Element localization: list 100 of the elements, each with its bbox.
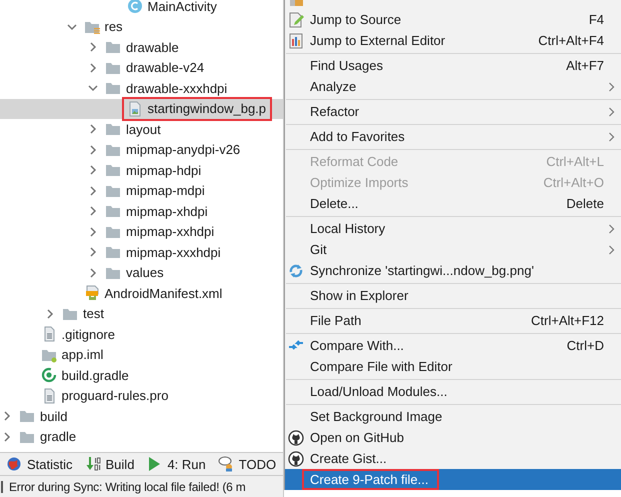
file-name: mipmap-hdpi: [126, 162, 202, 178]
tree-item[interactable]: values: [0, 262, 283, 283]
image-file-icon: [126, 100, 142, 117]
chevron-right-icon[interactable]: [88, 186, 98, 196]
file-name: mipmap-xhdpi: [126, 204, 208, 219]
file-name: startingwindow_bg.p: [148, 101, 266, 116]
document-icon: [288, 32, 304, 48]
todo-icon: [218, 456, 234, 472]
chevron-right-icon[interactable]: [88, 226, 98, 237]
menu-item[interactable]: Show in Explorer: [285, 285, 621, 306]
globe-icon: [6, 456, 22, 472]
menu-item[interactable]: Refactor: [285, 101, 621, 122]
tree-item[interactable]: mipmap-xhdpi: [0, 201, 283, 222]
menu-item[interactable]: File Path Ctrl+Alt+F12: [285, 310, 621, 331]
tree-item[interactable]: drawable-xxxhdpi: [0, 78, 283, 98]
github-icon: [288, 430, 304, 446]
tool-window-button[interactable]: 4: Run: [144, 455, 212, 473]
folder-icon: [105, 162, 121, 178]
tree-item[interactable]: mipmap-anydpi-v26: [0, 140, 283, 160]
file-name: mipmap-mdpi: [126, 183, 205, 198]
file-name: test: [83, 306, 104, 322]
run-icon: [146, 456, 162, 472]
menu-item[interactable]: Open on GitHub: [285, 427, 621, 448]
tool-window-button[interactable]: TODO: [216, 455, 282, 473]
class-icon: [126, 0, 142, 14]
folder-icon: [105, 80, 121, 96]
tree-item[interactable]: drawable-v24: [0, 58, 283, 78]
chevron-right-icon[interactable]: [88, 165, 98, 176]
file-name: proguard-rules.pro: [62, 388, 168, 404]
tree-item[interactable]: AndroidManifest.xml: [0, 283, 283, 304]
menu-item[interactable]: Find Usages Alt+F7: [285, 55, 621, 76]
menu-item[interactable]: Git: [285, 239, 621, 260]
chevron-right-icon[interactable]: [2, 432, 12, 442]
tree-item[interactable]: mipmap-hdpi: [0, 160, 283, 180]
tree-item[interactable]: build: [0, 406, 283, 426]
tree-item[interactable]: app.iml: [0, 344, 283, 365]
tree-item[interactable]: gradle: [0, 426, 283, 447]
tree-item[interactable]: mipmap-xxhdpi: [0, 222, 283, 242]
file-name: gradle: [40, 429, 76, 444]
file-name: res: [104, 19, 123, 34]
file-name: drawable-xxxhdpi: [126, 80, 228, 96]
file-name: build: [40, 408, 68, 424]
tree-item[interactable]: build.gradle: [0, 365, 283, 386]
menu-item[interactable]: Create Gist...: [285, 448, 621, 469]
file-name: build.gradle: [62, 368, 129, 383]
menu-item[interactable]: Analyze: [285, 76, 621, 97]
menu-item[interactable]: Load/Unload Modules...: [285, 381, 621, 402]
tree-item[interactable]: layout: [0, 119, 283, 140]
gradle-file-icon: [40, 367, 56, 384]
menu-item[interactable]: Jump to External Editor Ctrl+Alt+F4: [285, 30, 621, 51]
chevron-right-icon[interactable]: [88, 42, 98, 52]
status-message: Error during Sync: Writing local file failed! (6 m: [9, 480, 246, 494]
file-name: MainActivity: [148, 0, 217, 14]
tree-item[interactable]: MainActivity: [0, 0, 283, 16]
menu-item[interactable]: Compare With... Ctrl+D: [285, 335, 621, 356]
tree-item[interactable]: proguard-rules.pro: [0, 386, 283, 406]
file-name: drawable-v24: [126, 60, 204, 76]
chevron-right-icon[interactable]: [88, 144, 98, 155]
file-name: mipmap-anydpi-v26: [126, 142, 240, 158]
edit-icon: [288, 12, 304, 28]
menu-item[interactable]: Create 9-Patch file...: [285, 469, 621, 490]
file-name: values: [126, 265, 164, 280]
folder-icon: [105, 39, 121, 56]
menu-item[interactable]: Add to Favorites: [285, 126, 621, 147]
github-icon: [288, 450, 304, 466]
file-name: mipmap-xxxhdpi: [126, 244, 221, 260]
folder-icon: [105, 203, 121, 220]
tree-item[interactable]: drawable: [0, 37, 283, 58]
tree-item[interactable]: mipmap-mdpi: [0, 180, 283, 201]
folder-icon: [19, 408, 35, 424]
tree-item[interactable]: test: [0, 304, 283, 324]
file-name: drawable: [126, 40, 179, 55]
chevron-down-icon[interactable]: [66, 22, 76, 32]
chevron-down-icon[interactable]: [88, 83, 98, 94]
tree-item[interactable]: mipmap-xxxhdpi: [0, 242, 283, 262]
tool-window-button[interactable]: Statistic: [4, 455, 79, 473]
tool-window-button[interactable]: Build: [82, 455, 140, 473]
android-manifest-icon: [84, 285, 100, 302]
build-icon: [84, 456, 101, 472]
menu-item[interactable]: Jump to Source F4: [285, 9, 621, 30]
menu-item[interactable]: Set Background Image: [285, 406, 621, 427]
tree-item[interactable]: .gitignore: [0, 324, 283, 344]
file-name: app.iml: [62, 347, 104, 362]
refresh-icon: [288, 262, 304, 278]
menu-item[interactable]: Delete... Delete: [285, 193, 621, 214]
chevron-right-icon[interactable]: [88, 124, 98, 134]
chevron-right-icon[interactable]: [88, 247, 98, 258]
file-name: layout: [126, 122, 161, 137]
tree-item[interactable]: res: [0, 16, 283, 37]
chevron-right-icon[interactable]: [88, 268, 98, 278]
folder-icon: [105, 121, 121, 138]
menu-item[interactable]: Local History: [285, 218, 621, 239]
chevron-right-icon[interactable]: [88, 62, 98, 73]
chevron-right-icon[interactable]: [2, 411, 12, 422]
chevron-right-icon[interactable]: [88, 206, 98, 216]
file-name: AndroidManifest.xml: [104, 286, 222, 301]
chevron-right-icon[interactable]: [45, 308, 55, 319]
menu-item[interactable]: Synchronize 'startingwi...ndow_bg.png': [285, 260, 621, 281]
tree-item[interactable]: startingwindow_bg.p: [0, 98, 283, 119]
menu-item[interactable]: Compare File with Editor: [285, 356, 621, 377]
